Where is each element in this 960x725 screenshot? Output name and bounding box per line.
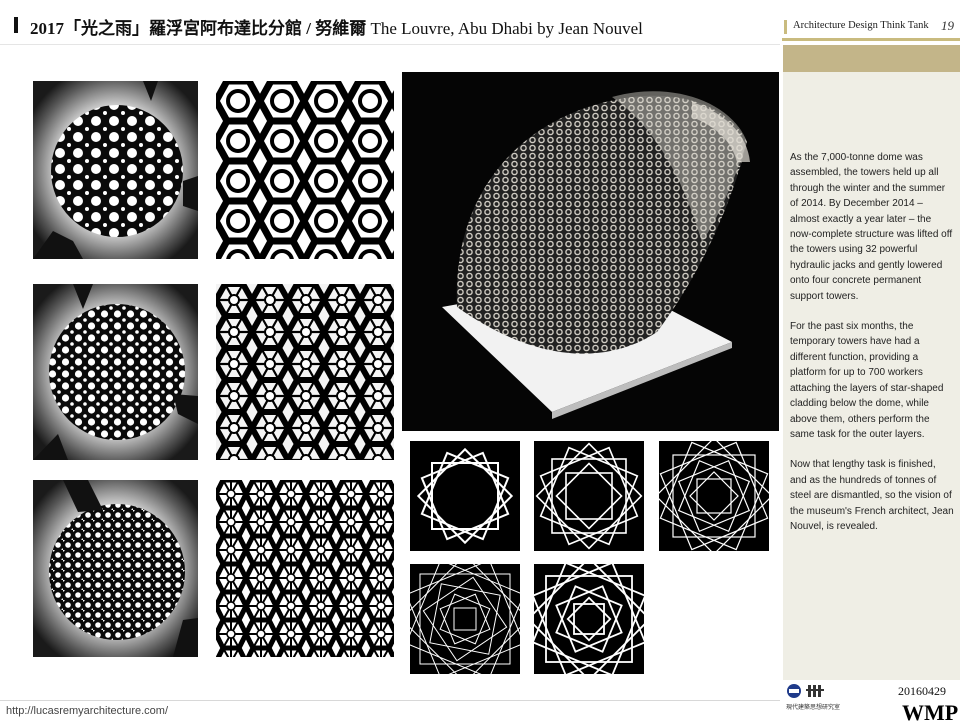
dome-model-photo: [402, 72, 779, 431]
star-pattern-diagram: [534, 564, 644, 674]
page-title: 2017「光之雨」羅浮宮阿布達比分館 / 努維爾 The Louvre, Abu…: [30, 14, 643, 39]
brand-name: Architecture Design Think Tank: [793, 20, 929, 31]
dome-lattice-photo: [33, 284, 198, 460]
university-logo-icon: [787, 684, 801, 698]
star-pattern-diagram: [659, 441, 769, 551]
lab-logo-icon: [806, 685, 824, 697]
lattice-closeup-photo: [216, 480, 394, 657]
paragraph-3: Now that lengthy task is finished, and a…: [790, 459, 954, 532]
lattice-closeup-photo: [216, 284, 394, 460]
dome-lattice-photo: [33, 81, 198, 259]
footer-divider: [0, 700, 780, 701]
side-panel-header: [783, 45, 960, 72]
paragraph-1: As the 7,000-tonne dome was assembled, t…: [790, 152, 953, 302]
source-url: http://lucasremyarchitecture.com/: [6, 705, 169, 717]
wmp-logo: WMP: [902, 700, 959, 725]
star-pattern-diagram: [410, 564, 520, 674]
brand-underline: [782, 38, 960, 41]
footer-logos: [786, 682, 846, 700]
footer-date: 20160429: [898, 684, 946, 698]
page-number: 19: [941, 18, 954, 33]
title-marker: [14, 17, 18, 33]
header-divider: [0, 44, 780, 45]
side-description: As the 7,000-tonne dome was assembled, t…: [790, 150, 955, 549]
paragraph-2: For the past six months, the temporary t…: [790, 321, 944, 440]
star-pattern-diagram: [534, 441, 644, 551]
title-chinese: 2017「光之雨」羅浮宮阿布達比分館 / 努維爾: [30, 19, 367, 38]
lattice-closeup-photo: [216, 81, 394, 259]
star-pattern-diagram: [410, 441, 520, 551]
brand-marker: [784, 20, 787, 34]
title-english: The Louvre, Abu Dhabi by Jean Nouvel: [370, 19, 643, 38]
footer-org-name: 現代建築思想研究室: [786, 705, 841, 711]
dome-lattice-photo: [33, 480, 198, 657]
